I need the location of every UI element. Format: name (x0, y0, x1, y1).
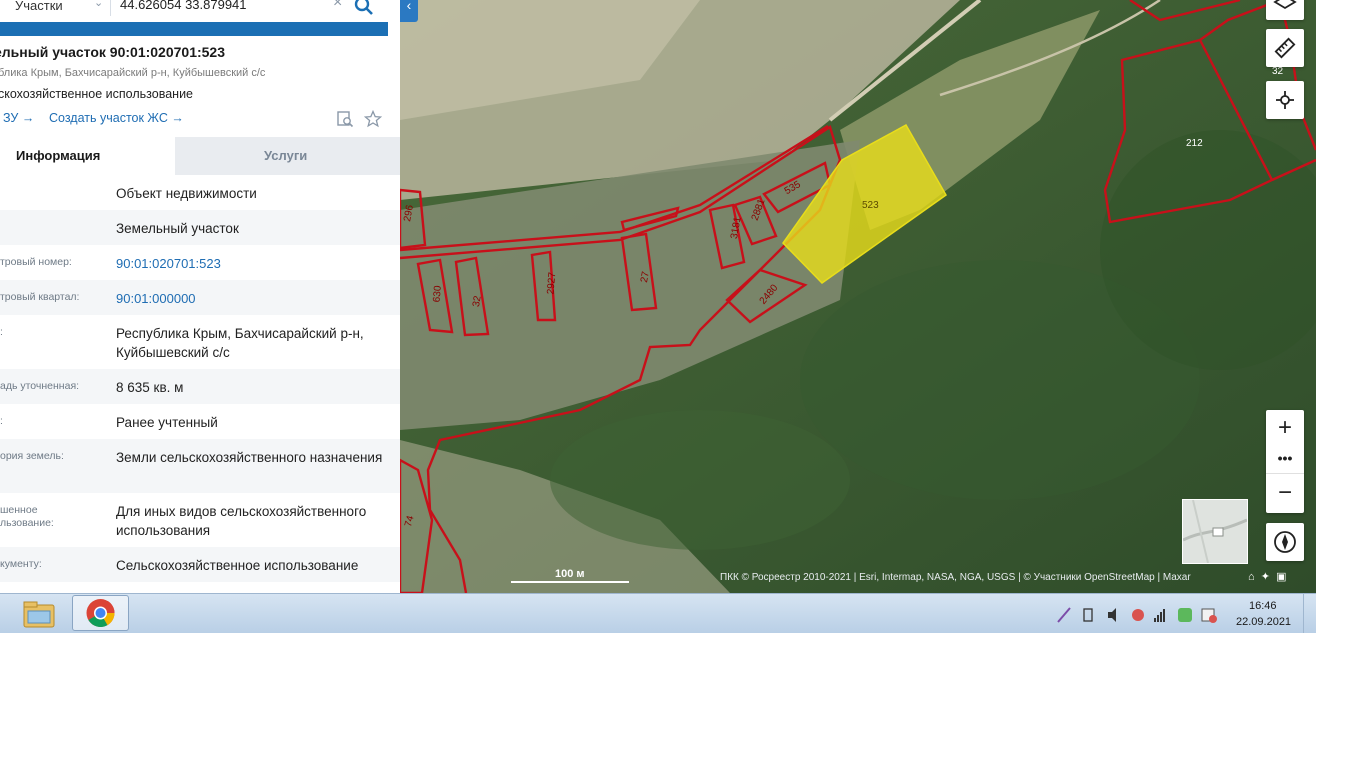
clock-date[interactable]: 22.09.2021 (1236, 616, 1291, 628)
pen-icon[interactable] (1057, 607, 1071, 623)
tabs: Информация Услуги (0, 137, 400, 175)
table-row: ория земель: Земли сельскохозяйственного… (0, 439, 400, 493)
scale-line (511, 581, 629, 583)
tab-information[interactable]: Информация (0, 137, 175, 175)
search-icon[interactable] (354, 0, 374, 16)
show-desktop-button[interactable] (1303, 594, 1316, 633)
row-label: : (0, 415, 3, 427)
parcel-address: блика Крым, Бахчисарайский р-н, Куйбышев… (0, 67, 266, 79)
green-tray-icon[interactable] (1178, 608, 1192, 622)
parcel-title: ельный участок 90:01:020701:523 (0, 44, 226, 60)
clock-time[interactable]: 16:46 (1249, 600, 1277, 612)
map[interactable]: 523 535 2881 3181 2480 27 2927 32 630 29… (400, 0, 1316, 593)
locate-button[interactable] (1266, 81, 1304, 119)
table-row: : Ранее учтенный (0, 404, 400, 439)
zoom-controls: + ••• − (1266, 410, 1304, 513)
table-row: кументу: Сельскохозяйственное использова… (0, 547, 400, 582)
satellite-map[interactable]: 523 535 2881 3181 2480 27 2927 32 630 29… (400, 0, 1316, 593)
ruler-button[interactable] (1266, 29, 1304, 67)
row-label: тровый номер: (0, 256, 72, 268)
table-row: : Республика Крым, Бахчисарайский р-н, К… (0, 315, 400, 369)
table-row: тровый номер: 90:01:020701:523 (0, 245, 400, 280)
tab-services-label: Услуги (264, 148, 308, 163)
info-panel: Участки ⌄ 44.626054 33.879941 × ельный у… (0, 0, 400, 593)
zoom-in-button[interactable]: + (1266, 410, 1304, 448)
forest-patch (550, 410, 850, 550)
row-label: тровый квартал: (0, 291, 80, 303)
row-label-line2: льзование: (0, 517, 54, 529)
map-attribution: ПКК © Росреестр 2010-2021 | Esri, Interm… (720, 572, 1191, 583)
compass-button[interactable] (1266, 523, 1304, 561)
row-label: шенное льзование: (0, 504, 108, 530)
parcel-label-32-east: 32 (1272, 66, 1284, 77)
create-parcel-link[interactable]: Создать участок ЖС → (49, 111, 184, 125)
document-search-icon[interactable] (336, 110, 354, 128)
row-label: адь уточненная: (0, 380, 80, 392)
row-value: 8 635 кв. м (116, 380, 184, 395)
layers-button[interactable] (1266, 0, 1304, 20)
volume-icon[interactable] (1108, 608, 1116, 622)
collapse-panel-button[interactable]: ‹ (400, 0, 418, 22)
search-input[interactable]: 44.626054 33.879941 (120, 0, 247, 12)
attribution-icons: ⌂ ✦ ▣ (1248, 570, 1287, 583)
info-table: Объект недвижимости Земельный участок тр… (0, 175, 400, 582)
crosshair-icon (1276, 91, 1294, 109)
home-icon[interactable]: ⌂ (1248, 571, 1255, 583)
search-box: Участки ⌄ 44.626054 33.879941 × (0, 0, 390, 22)
row-label: кументу: (0, 558, 42, 570)
chevron-down-icon[interactable]: ⌄ (94, 0, 103, 9)
device-icon[interactable] (1083, 608, 1093, 622)
row-label-line1: шенное (0, 504, 38, 516)
app-tray-icon[interactable] (1132, 609, 1144, 621)
parcel-label-630: 630 (431, 285, 443, 303)
scale-label: 100 м (555, 568, 585, 580)
row-value: Для иных видов сельскохозяйственного исп… (116, 504, 367, 538)
cadastral-number-link[interactable]: 90:01:020701:523 (116, 254, 396, 273)
cadastral-block-link[interactable]: 90:01:000000 (116, 289, 396, 308)
parcel-label-212: 212 (1186, 138, 1203, 149)
search-bar: Участки ⌄ 44.626054 33.879941 × (0, 0, 390, 36)
row-value: Земельный участок (116, 221, 239, 236)
compass-icon (1274, 531, 1296, 553)
table-row: Земельный участок (0, 210, 400, 245)
clear-icon[interactable]: × (333, 0, 342, 12)
alert-icon (1209, 615, 1217, 623)
zoom-out-button[interactable]: − (1266, 473, 1304, 513)
search-divider (110, 0, 111, 16)
more-button[interactable]: ••• (1266, 450, 1304, 472)
row-value: Ранее учтенный (116, 415, 218, 430)
row-label: : (0, 326, 3, 338)
chrome-taskbar-button[interactable] (72, 595, 129, 631)
row-value: Сельскохозяйственное использование (116, 558, 359, 573)
star-icon[interactable] (364, 110, 382, 128)
row-value: Республика Крым, Бахчисарайский р-н, Куй… (116, 326, 364, 360)
system-tray (1057, 607, 1217, 623)
zu-link[interactable]: ЗУ → (3, 111, 34, 125)
search-type-select[interactable]: Участки (15, 0, 63, 13)
locate-small-icon[interactable]: ✦ (1261, 571, 1270, 583)
tab-information-label: Информация (16, 148, 101, 163)
parcel-label-2927: 2927 (545, 271, 558, 295)
fullscreen-icon[interactable]: ▣ (1276, 571, 1286, 583)
signal-icon[interactable] (1154, 609, 1165, 622)
minimap[interactable] (1182, 499, 1248, 564)
table-row: адь уточненная: 8 635 кв. м (0, 369, 400, 404)
row-value: Земли сельскохозяйственного назначения (116, 450, 383, 465)
table-row: Объект недвижимости (0, 175, 400, 210)
taskbar: 16:46 22.09.2021 (0, 593, 1316, 633)
ruler-icon (1274, 37, 1296, 59)
row-value: Объект недвижимости (116, 186, 257, 201)
tab-services[interactable]: Услуги (175, 137, 400, 175)
row-label: ория земель: (0, 450, 64, 462)
minimap-graphic (1183, 500, 1247, 563)
chrome-icon (86, 599, 115, 627)
file-explorer-icon[interactable] (16, 597, 62, 631)
table-row: шенное льзование: Для иных видов сельскох… (0, 493, 400, 547)
layers-icon (1273, 0, 1297, 10)
parcel-label-523: 523 (862, 200, 879, 211)
parcel-use: скохозяйственное использование (0, 87, 194, 101)
table-row: тровый квартал: 90:01:000000 (0, 280, 400, 315)
